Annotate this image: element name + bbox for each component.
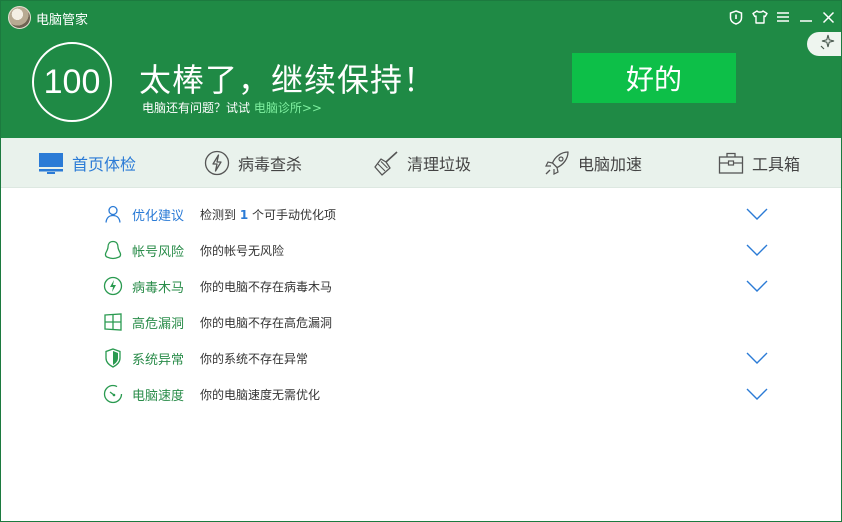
chevron-down-icon[interactable]	[745, 204, 769, 224]
check-label: 帐号风险	[132, 244, 185, 260]
header-panel: 电脑管家 100 太棒了，继续保持！ 电脑还有问题？试试 电脑诊所>> 好的	[1, 1, 841, 138]
lightning-icon	[204, 150, 230, 176]
check-description: 检测到 1 个可手动优化项	[200, 206, 336, 223]
tab-clean-junk[interactable]: 清理垃圾	[373, 138, 471, 188]
close-icon[interactable]	[818, 7, 838, 27]
shield-icon[interactable]	[726, 7, 746, 27]
check-description: 你的电脑速度无需优化	[200, 387, 321, 402]
check-item-speed: 电脑速度 你的电脑速度无需优化	[1, 376, 841, 412]
check-label: 系统异常	[132, 352, 185, 368]
app-title: 电脑管家	[36, 13, 89, 28]
check-label: 高危漏洞	[132, 316, 185, 332]
check-item-account-risk: 帐号风险 你的帐号无风险	[1, 232, 841, 268]
check-description: 你的系统不存在异常	[200, 351, 309, 366]
tshirt-icon[interactable]	[750, 7, 770, 27]
tab-speed-up[interactable]: 电脑加速	[544, 138, 642, 188]
tab-label: 清理垃圾	[407, 155, 472, 174]
check-item-virus: 病毒木马 你的电脑不存在病毒木马	[1, 268, 841, 304]
rocket-icon	[544, 150, 570, 176]
tab-label: 工具箱	[752, 155, 801, 174]
check-item-optimization: 优化建议 检测到 1 个可手动优化项	[1, 196, 841, 232]
system-shield-icon	[102, 347, 124, 369]
speed-icon	[102, 383, 124, 405]
desc-text: 检测到	[200, 207, 240, 222]
check-label: 病毒木马	[132, 280, 185, 296]
tab-virus-scan[interactable]: 病毒查杀	[204, 138, 302, 188]
check-label: 优化建议	[132, 208, 185, 224]
broom-icon	[373, 150, 399, 176]
tab-toolbox[interactable]: 工具箱	[718, 138, 800, 188]
check-description: 你的电脑不存在高危漏洞	[200, 315, 333, 330]
toolbox-icon	[718, 151, 744, 175]
main-nav: 首页体检 病毒查杀 清理垃圾 电脑加速 工具箱	[1, 138, 841, 188]
ok-button[interactable]: 好的	[572, 53, 736, 103]
optimization-count: 1	[239, 207, 249, 222]
chevron-down-icon[interactable]	[745, 384, 769, 404]
check-item-system: 系统异常 你的系统不存在异常	[1, 340, 841, 376]
chevron-down-icon[interactable]	[745, 276, 769, 296]
status-subline: 电脑还有问题？试试 电脑诊所>>	[142, 99, 322, 116]
app-window: 电脑管家 100 太棒了，继续保持！ 电脑还有问题？试试 电脑诊所>> 好的 首…	[0, 0, 842, 522]
chevron-down-icon[interactable]	[745, 240, 769, 260]
sparkle-icon	[819, 34, 835, 54]
windows-icon	[102, 311, 124, 333]
app-logo	[8, 6, 31, 29]
clinic-link[interactable]: 电脑诊所>>	[254, 101, 322, 115]
virus-lightning-icon	[102, 275, 124, 297]
check-item-vulnerability: 高危漏洞 你的电脑不存在高危漏洞	[1, 304, 841, 340]
subline-text: 电脑还有问题？试试	[142, 101, 254, 115]
check-label: 电脑速度	[132, 388, 185, 404]
sparkle-button[interactable]	[807, 32, 841, 56]
tab-label: 病毒查杀	[238, 155, 303, 174]
tab-label: 首页体检	[72, 155, 137, 174]
status-headline: 太棒了，继续保持！	[139, 61, 437, 99]
minimize-icon[interactable]	[796, 7, 816, 27]
check-description: 你的电脑不存在病毒木马	[200, 279, 333, 294]
tab-label: 电脑加速	[578, 155, 643, 174]
penguin-icon	[102, 239, 124, 261]
menu-icon[interactable]	[773, 7, 793, 27]
check-description: 你的帐号无风险	[200, 243, 285, 258]
desc-text: 个可手动优化项	[248, 207, 337, 222]
health-score: 100	[32, 42, 112, 122]
user-icon	[102, 203, 124, 225]
tab-home-checkup[interactable]: 首页体检	[38, 138, 136, 188]
chevron-down-icon[interactable]	[745, 348, 769, 368]
monitor-icon	[38, 151, 64, 175]
